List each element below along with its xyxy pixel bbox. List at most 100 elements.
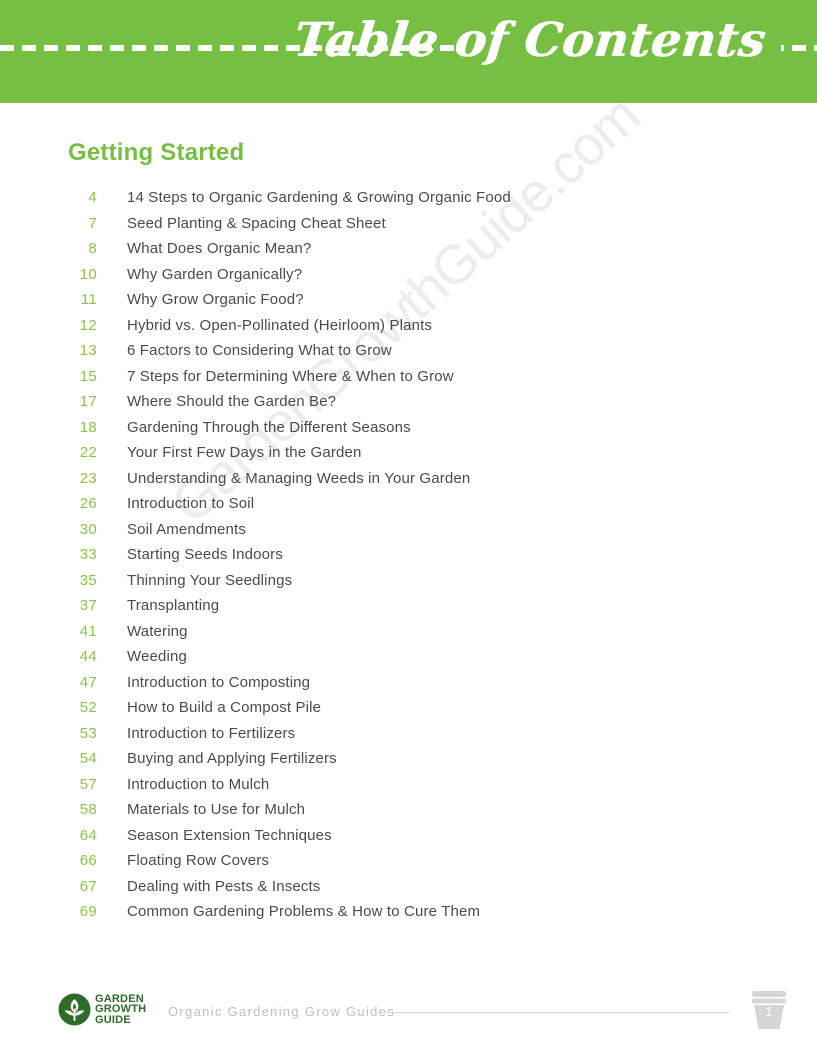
toc-entry[interactable]: 15 7 Steps for Determining Where & When t… — [0, 368, 817, 394]
toc-entry[interactable]: 13 6 Factors to Considering What to Grow — [0, 342, 817, 368]
toc-entry[interactable]: 18 Gardening Through the Different Season… — [0, 419, 817, 445]
toc-entry[interactable]: 22 Your First Few Days in the Garden — [0, 444, 817, 470]
toc-entry-title: Where Should the Garden Be? — [127, 393, 337, 410]
toc-entry[interactable]: 26 Introduction to Soil — [0, 495, 817, 521]
toc-entry[interactable]: 66 Floating Row Covers — [0, 852, 817, 878]
toc-entry-page-number: 4 — [88, 189, 97, 206]
page-header-band: Table of Contents — [0, 0, 817, 103]
toc-entry[interactable]: 58 Materials to Use for Mulch — [0, 801, 817, 827]
page-number-pot: 1 — [750, 988, 788, 1032]
toc-entry-page-number: 66 — [79, 852, 97, 869]
page-title: Table of Contents — [290, 13, 768, 68]
toc-entry[interactable]: 30 Soil Amendments — [0, 521, 817, 547]
toc-entry-title: Floating Row Covers — [127, 852, 270, 869]
toc-entry-title: Understanding & Managing Weeds in Your G… — [127, 469, 471, 487]
toc-entry-title: Buying and Applying Fertilizers — [127, 750, 337, 767]
toc-entry-page-number: 15 — [79, 367, 97, 385]
toc-entry-page-number: 12 — [79, 316, 97, 334]
toc-entry[interactable]: 35 Thinning Your Seedlings — [0, 572, 817, 598]
toc-entry[interactable]: 12 Hybrid vs. Open-Pollinated (Heirloom) … — [0, 317, 817, 343]
toc-entry-page-number: 67 — [79, 877, 97, 895]
toc-entry-page-number: 57 — [79, 775, 97, 793]
logo-wordmark: GARDEN GROWTH GUIDE — [95, 994, 146, 1026]
toc-entry-title: Introduction to Mulch — [127, 775, 270, 793]
toc-entry[interactable]: 7 Seed Planting & Spacing Cheat Sheet — [0, 215, 817, 241]
toc-entry[interactable]: 53 Introduction to Fertilizers — [0, 725, 817, 751]
toc-entry-page-number: 13 — [79, 342, 97, 359]
toc-entry-title: Soil Amendments — [127, 520, 246, 538]
toc-entry[interactable]: 47 Introduction to Composting — [0, 674, 817, 700]
toc-entry[interactable]: 41 Watering — [0, 623, 817, 649]
toc-entry-page-number: 30 — [79, 520, 97, 538]
toc-entry-title: 6 Factors to Considering What to Grow — [127, 342, 392, 359]
toc-entry[interactable]: 44 Weeding — [0, 648, 817, 674]
toc-entry-page-number: 7 — [88, 214, 97, 232]
brand-logo: GARDEN GROWTH GUIDE — [58, 993, 146, 1026]
toc-entry-page-number: 35 — [79, 571, 97, 589]
toc-entry-title: Introduction to Fertilizers — [127, 724, 296, 742]
toc-entry-title: Introduction to Soil — [127, 495, 255, 512]
toc-entry-title: Common Gardening Problems & How to Cure … — [127, 903, 481, 920]
toc-entry-title: Hybrid vs. Open-Pollinated (Heirloom) Pl… — [127, 316, 433, 334]
toc-entry[interactable]: 17 Where Should the Garden Be? — [0, 393, 817, 419]
toc-entry-title: Starting Seeds Indoors — [127, 546, 283, 563]
toc-entry-title: 7 Steps for Determining Where & When to … — [127, 367, 454, 385]
toc-entry-title: Dealing with Pests & Insects — [127, 877, 321, 895]
toc-entry-page-number: 69 — [79, 903, 97, 920]
page-footer: GARDEN GROWTH GUIDE Organic Gardening Gr… — [0, 985, 817, 1040]
toc-entry-title: Transplanting — [127, 597, 220, 614]
toc-entry-page-number: 23 — [79, 469, 97, 487]
toc-entry-page-number: 41 — [79, 622, 97, 640]
toc-entry-page-number: 17 — [79, 393, 97, 410]
toc-entry-title: Season Extension Techniques — [127, 826, 332, 844]
toc-entry[interactable]: 11 Why Grow Organic Food? — [0, 291, 817, 317]
garden-growth-guide-logo-icon — [58, 993, 91, 1026]
section-heading-getting-started: Getting Started — [68, 139, 245, 166]
toc-entry-title: What Does Organic Mean? — [127, 240, 312, 257]
page-number: 1 — [765, 1004, 773, 1019]
toc-entry-title: Why Garden Organically? — [127, 265, 303, 283]
toc-entry[interactable]: 4 14 Steps to Organic Gardening & Growing… — [0, 189, 817, 215]
toc-entry-page-number: 53 — [79, 724, 97, 742]
toc-entry-page-number: 11 — [80, 291, 97, 308]
toc-entry[interactable]: 37 Transplanting — [0, 597, 817, 623]
toc-entry[interactable]: 52 How to Build a Compost Pile — [0, 699, 817, 725]
toc-entry[interactable]: 10 Why Garden Organically? — [0, 266, 817, 292]
toc-entry-title: Weeding — [127, 648, 187, 665]
table-of-contents-page: Table of Contents GardenGrowthGuide.com … — [0, 0, 817, 1040]
toc-entry-title: Watering — [127, 622, 188, 640]
toc-entry-page-number: 26 — [79, 495, 97, 512]
toc-entry[interactable]: 57 Introduction to Mulch — [0, 776, 817, 802]
toc-entry-title: Thinning Your Seedlings — [127, 571, 293, 589]
logo-wordmark-line3: GUIDE — [95, 1013, 131, 1026]
toc-entry-title: 14 Steps to Organic Gardening & Growing … — [127, 189, 511, 206]
toc-entry[interactable]: 67 Dealing with Pests & Insects — [0, 878, 817, 904]
toc-entry-title: Your First Few Days in the Garden — [127, 444, 362, 461]
toc-entry[interactable]: 69 Common Gardening Problems & How to Cur… — [0, 903, 817, 929]
toc-entry-title: Why Grow Organic Food? — [127, 291, 304, 308]
toc-entry-page-number: 33 — [79, 546, 97, 563]
toc-entry-title: Introduction to Composting — [127, 673, 311, 691]
toc-entry[interactable]: 33 Starting Seeds Indoors — [0, 546, 817, 572]
toc-entry[interactable]: 54 Buying and Applying Fertilizers — [0, 750, 817, 776]
toc-entry-page-number: 47 — [79, 673, 97, 691]
toc-entry-title: Gardening Through the Different Seasons — [127, 418, 411, 436]
toc-entry-page-number: 44 — [79, 648, 97, 665]
toc-entry-page-number: 52 — [79, 699, 97, 716]
toc-entry-page-number: 37 — [79, 597, 97, 614]
toc-entry-page-number: 58 — [79, 801, 97, 818]
toc-entry-page-number: 8 — [88, 240, 97, 257]
toc-entry-list: 4 14 Steps to Organic Gardening & Growing… — [0, 189, 817, 929]
toc-entry-page-number: 22 — [79, 444, 97, 461]
toc-entry-page-number: 54 — [79, 750, 97, 767]
toc-entry-page-number: 10 — [79, 265, 97, 283]
toc-entry[interactable]: 23 Understanding & Managing Weeds in Your… — [0, 470, 817, 496]
toc-entry-title: How to Build a Compost Pile — [127, 699, 322, 716]
toc-entry-title: Materials to Use for Mulch — [127, 801, 306, 818]
toc-entry[interactable]: 8 What Does Organic Mean? — [0, 240, 817, 266]
toc-entry-page-number: 64 — [79, 826, 97, 844]
footer-tagline: Organic Gardening Grow Guides — [168, 1004, 396, 1019]
footer-divider — [378, 1012, 730, 1013]
toc-entry-title: Seed Planting & Spacing Cheat Sheet — [127, 214, 386, 232]
toc-entry[interactable]: 64 Season Extension Techniques — [0, 827, 817, 853]
